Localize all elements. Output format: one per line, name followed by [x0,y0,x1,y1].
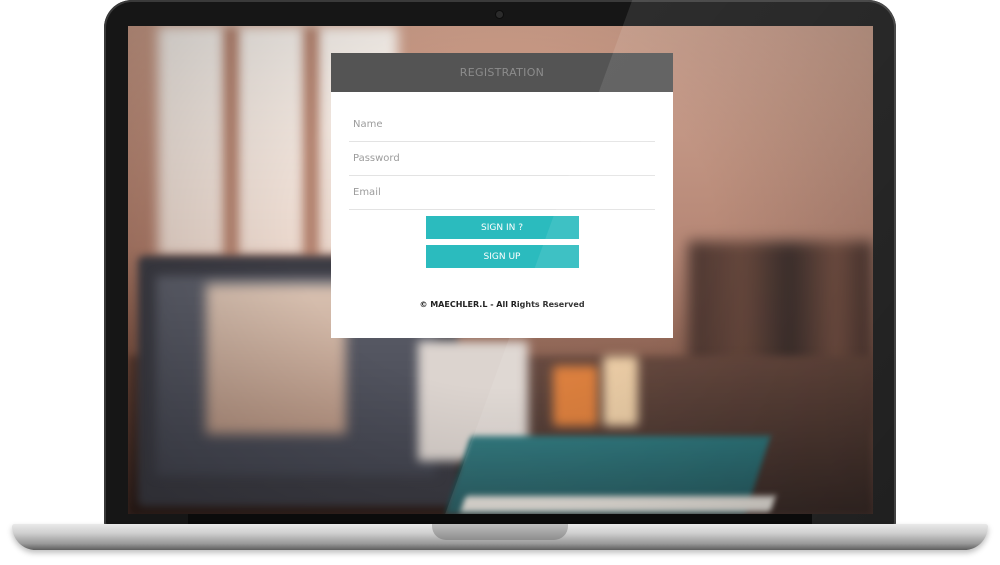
button-group: SIGN IN ? SIGN UP [349,216,655,268]
laptop-notch [432,524,568,540]
copyright-text: © MAECHLER.L - All Rights Reserved [419,300,585,309]
password-field[interactable] [349,142,655,176]
registration-header: REGISTRATION [331,53,673,92]
webcam-icon [496,11,503,18]
registration-form: SIGN IN ? SIGN UP © MAECHLER.L - All Rig… [331,92,673,309]
sign-in-button[interactable]: SIGN IN ? [425,216,579,239]
name-field[interactable] [349,108,655,142]
sign-up-button[interactable]: SIGN UP [425,245,579,268]
email-field[interactable] [349,176,655,210]
registration-card: REGISTRATION SIGN IN ? SIGN UP © MAECHLE… [331,53,673,338]
registration-title: REGISTRATION [459,66,545,79]
laptop-screen: REGISTRATION SIGN IN ? SIGN UP © MAECHLE… [128,26,873,514]
